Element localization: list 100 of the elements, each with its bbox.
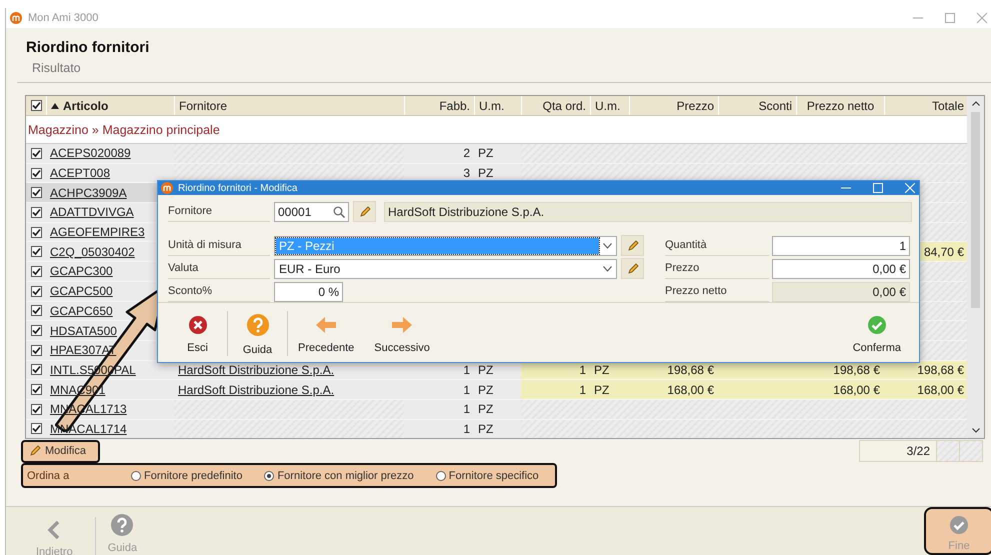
checkbox[interactable]	[30, 286, 42, 297]
table-cell: 1	[579, 362, 586, 377]
supplier-code-field[interactable]: 00001	[274, 202, 349, 222]
table-cell: PZ	[478, 166, 494, 180]
link[interactable]: ACEPS020089	[50, 146, 131, 160]
field-label: Quantità	[665, 235, 769, 256]
table-cell: 1	[463, 402, 470, 416]
column-header[interactable]: Qta ord.	[521, 96, 590, 115]
table-cell: 1	[579, 382, 586, 397]
order-label: Ordina a	[26, 470, 70, 482]
checkbox[interactable]	[30, 344, 42, 356]
toolbar-button[interactable]: Guida	[228, 311, 288, 356]
checkbox[interactable]	[30, 384, 42, 396]
column-header[interactable]: U.m.	[474, 96, 521, 115]
right-arrow-icon	[390, 315, 414, 335]
checkbox[interactable]	[30, 404, 42, 415]
link[interactable]: ACHPC3909A	[50, 186, 127, 200]
table-cell: PZ	[594, 362, 610, 377]
dialog-title: Riordino fornitori - Modifica	[178, 182, 298, 194]
link[interactable]: AGEOFEMPIRE3	[50, 225, 145, 240]
input-field[interactable]: 1	[772, 236, 910, 256]
link[interactable]: HDSATA500	[50, 324, 117, 338]
sort-icon	[51, 102, 59, 108]
link[interactable]: HardSoft Distribuzione S.p.A.	[178, 382, 334, 397]
scroll-down-icon[interactable]	[972, 428, 980, 433]
link[interactable]: ACEPT008	[50, 166, 110, 180]
link[interactable]: C2Q_05030402	[50, 244, 135, 259]
radio-option[interactable]: Fornitore predefinito	[131, 470, 242, 482]
table-cell: 2	[463, 146, 470, 160]
link[interactable]: GCAPC650	[50, 304, 113, 318]
table-row[interactable]: ACEPS020089 2 PZ	[26, 144, 968, 164]
field-label: Prezzo netto	[665, 281, 769, 302]
checkbox[interactable]	[30, 423, 42, 434]
checkbox[interactable]	[30, 226, 42, 238]
column-header[interactable]: Fabb.	[404, 96, 474, 115]
table-cell: 198,68 €	[917, 362, 964, 377]
table-cell: 3	[463, 166, 470, 180]
checkbox[interactable]	[30, 206, 42, 218]
column-header[interactable]: Fornitore	[174, 96, 404, 115]
table-cell: 198,68 €	[833, 362, 880, 377]
column-header[interactable]: U.m.	[590, 96, 629, 115]
scrollbar[interactable]	[967, 96, 984, 438]
edit-button[interactable]	[621, 235, 644, 256]
checkbox[interactable]	[30, 364, 42, 376]
table-cell: 168,00 €	[833, 382, 880, 397]
table-cell: 1	[463, 422, 470, 436]
table-cell: 84,70 €	[924, 244, 964, 259]
column-header[interactable]: Articolo	[46, 96, 174, 115]
checkbox[interactable]	[30, 246, 42, 258]
scroll-thumb[interactable]	[971, 112, 980, 308]
checkbox[interactable]	[30, 168, 42, 179]
checkbox[interactable]	[30, 187, 42, 198]
toolbar-button[interactable]: Conferma	[842, 311, 911, 356]
dropdown-caret-icon[interactable]	[603, 266, 612, 272]
radio-option[interactable]: Fornitore specifico	[436, 470, 539, 482]
field-label: Valuta	[168, 258, 270, 279]
supplier-name-field: HardSoft Distribuzione S.p.A.	[384, 202, 912, 222]
table-cell: PZ	[478, 402, 494, 416]
check-icon	[949, 514, 969, 534]
input-field[interactable]: 0 %	[274, 282, 343, 302]
field-label: Fornitore	[168, 201, 270, 222]
toolbar-button[interactable]: Successivo	[364, 311, 440, 356]
checkbox[interactable]	[30, 148, 42, 159]
table-cell: PZ	[478, 146, 494, 160]
table-cell: 198,68 €	[667, 362, 714, 377]
app-logo-icon	[161, 182, 173, 194]
link[interactable]: ADATTDVIVGA	[50, 205, 134, 220]
search-icon[interactable]	[333, 206, 345, 218]
edit-button[interactable]	[621, 258, 644, 279]
edit-button[interactable]	[353, 201, 376, 222]
pencil-icon	[626, 240, 638, 252]
table-cell: 168,00 €	[667, 382, 714, 397]
toolbar-button[interactable]: Esci	[168, 311, 228, 356]
link[interactable]: GCAPC500	[50, 284, 113, 298]
table-cell: 1	[463, 382, 470, 397]
checkbox[interactable]	[30, 305, 42, 316]
table-cell: PZ	[478, 362, 494, 377]
record-counter: 3/22	[906, 443, 931, 460]
checkbox[interactable]	[30, 325, 42, 336]
link[interactable]: GCAPC300	[50, 264, 113, 278]
edit-button[interactable]: Modifica	[21, 440, 100, 462]
link[interactable]: HardSoft Distribuzione S.p.A.	[178, 362, 334, 377]
pencil-icon	[29, 445, 41, 457]
column-header[interactable]: Sconti	[718, 96, 796, 115]
help-icon	[246, 313, 270, 337]
checkbox[interactable]	[30, 100, 42, 111]
radio-option[interactable]: Fornitore con miglior prezzo	[264, 470, 414, 482]
input-field: 0,00 €	[772, 282, 910, 302]
column-header[interactable]: Prezzo	[629, 96, 718, 115]
field-label: Unità di misura	[168, 235, 270, 256]
dropdown-caret-icon[interactable]	[603, 242, 612, 248]
column-header[interactable]: Prezzo netto	[796, 96, 884, 115]
table-cell: PZ	[594, 382, 610, 397]
dropdown[interactable]: EUR - Euro	[274, 258, 617, 278]
checkbox[interactable]	[30, 266, 42, 277]
scroll-up-icon[interactable]	[972, 101, 980, 106]
toolbar-button[interactable]: Precedente	[288, 311, 364, 356]
input-field[interactable]: 0,00 €	[772, 258, 910, 278]
page-subtitle: Risultato	[32, 61, 82, 75]
close-icon	[188, 315, 208, 335]
